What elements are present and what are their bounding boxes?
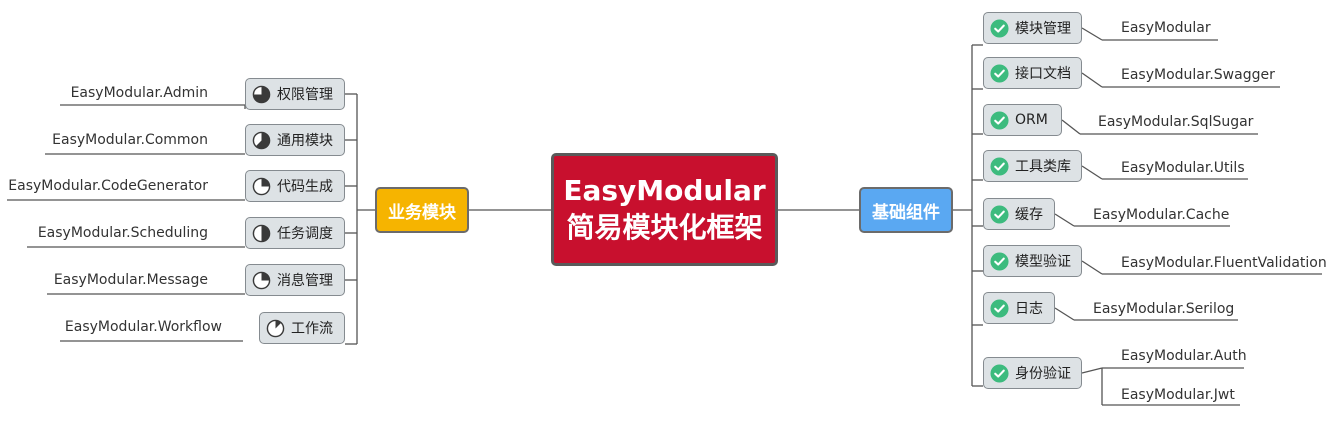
module-label: EasyModular.FluentValidation (1121, 255, 1326, 271)
progress-pie-icon (266, 319, 285, 337)
subtopic-module-management[interactable]: 模块管理 (983, 12, 1082, 44)
subtopic-permission[interactable]: 权限管理 (245, 78, 345, 110)
subtopic-scheduling[interactable]: 任务调度 (245, 217, 345, 249)
module-label: EasyModular.Common (52, 132, 208, 148)
check-circle-icon (990, 251, 1009, 271)
subtopic-utils[interactable]: 工具类库 (983, 150, 1082, 182)
module-label: EasyModular.Message (53, 272, 208, 288)
check-circle-icon (990, 156, 1009, 176)
check-circle-icon (990, 363, 1009, 383)
subtopic-codegen[interactable]: 代码生成 (245, 170, 345, 202)
check-circle-icon (990, 298, 1009, 318)
module-label: EasyModular.Admin (70, 85, 208, 101)
subtopic-label: 模块管理 (1015, 21, 1071, 37)
subtopic-orm[interactable]: ORM (983, 104, 1062, 136)
module-label: EasyModular.Auth (1121, 348, 1247, 364)
progress-pie-icon (252, 131, 271, 149)
subtopic-label: ORM (1015, 112, 1048, 128)
module-label: EasyModular.Serilog (1093, 301, 1235, 317)
subtopic-label: 日志 (1015, 301, 1043, 317)
subtopic-label: 通用模块 (277, 133, 333, 149)
subtopic-label: 接口文档 (1015, 66, 1071, 82)
module-label: EasyModular.Swagger (1121, 67, 1275, 83)
subtopic-message[interactable]: 消息管理 (245, 264, 345, 296)
subtopic-logging[interactable]: 日志 (983, 292, 1055, 324)
subtopic-label: 代码生成 (277, 179, 333, 195)
central-title: EasyModular (563, 173, 766, 207)
progress-pie-icon (252, 271, 271, 289)
progress-pie-icon (252, 224, 271, 242)
progress-pie-icon (252, 85, 271, 103)
module-label: EasyModular.Workflow (64, 319, 222, 335)
module-label: EasyModular.Utils (1121, 160, 1245, 176)
subtopic-api-docs[interactable]: 接口文档 (983, 57, 1082, 89)
central-topic[interactable]: EasyModular 简易模块化框架 (551, 153, 778, 266)
subtopic-label: 消息管理 (277, 273, 333, 289)
branch-foundation-components[interactable]: 基础组件 (859, 187, 953, 233)
check-circle-icon (990, 110, 1009, 130)
subtopic-label: 任务调度 (277, 226, 333, 242)
subtopic-cache[interactable]: 缓存 (983, 198, 1055, 230)
subtopic-workflow[interactable]: 工作流 (259, 312, 345, 344)
subtopic-label: 工具类库 (1015, 159, 1071, 175)
module-label: EasyModular (1121, 20, 1211, 36)
subtopic-label: 模型验证 (1015, 254, 1071, 270)
module-label: EasyModular.CodeGenerator (8, 178, 208, 194)
module-label: EasyModular.Jwt (1121, 387, 1235, 403)
subtopic-common[interactable]: 通用模块 (245, 124, 345, 156)
check-circle-icon (990, 204, 1009, 224)
check-circle-icon (990, 18, 1009, 38)
check-circle-icon (990, 63, 1009, 83)
central-subtitle: 简易模块化框架 (566, 210, 763, 244)
module-label: EasyModular.Cache (1093, 207, 1230, 223)
progress-pie-icon (252, 177, 271, 195)
subtopic-label: 工作流 (291, 321, 333, 337)
subtopic-authentication[interactable]: 身份验证 (983, 357, 1082, 389)
subtopic-label: 权限管理 (277, 87, 333, 103)
subtopic-validation[interactable]: 模型验证 (983, 245, 1082, 277)
subtopic-label: 缓存 (1015, 207, 1043, 223)
subtopic-label: 身份验证 (1015, 366, 1071, 382)
module-label: EasyModular.SqlSugar (1098, 114, 1254, 130)
branch-business-modules[interactable]: 业务模块 (375, 187, 469, 233)
module-label: EasyModular.Scheduling (37, 225, 208, 241)
